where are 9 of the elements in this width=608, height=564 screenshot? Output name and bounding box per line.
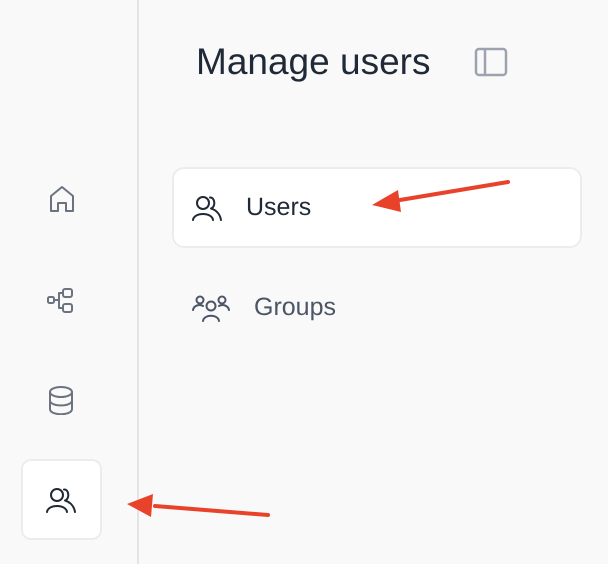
users-icon [46, 486, 76, 512]
nav-item[interactable]: Users [172, 167, 582, 248]
sidebar-toggle-icon[interactable] [474, 47, 508, 77]
group-icon [192, 294, 230, 322]
nav-item[interactable]: Groups [172, 267, 582, 348]
users-icon [192, 194, 222, 220]
rail-button[interactable] [20, 459, 102, 540]
database-icon [46, 384, 76, 414]
page-title: Manage users [196, 41, 430, 83]
